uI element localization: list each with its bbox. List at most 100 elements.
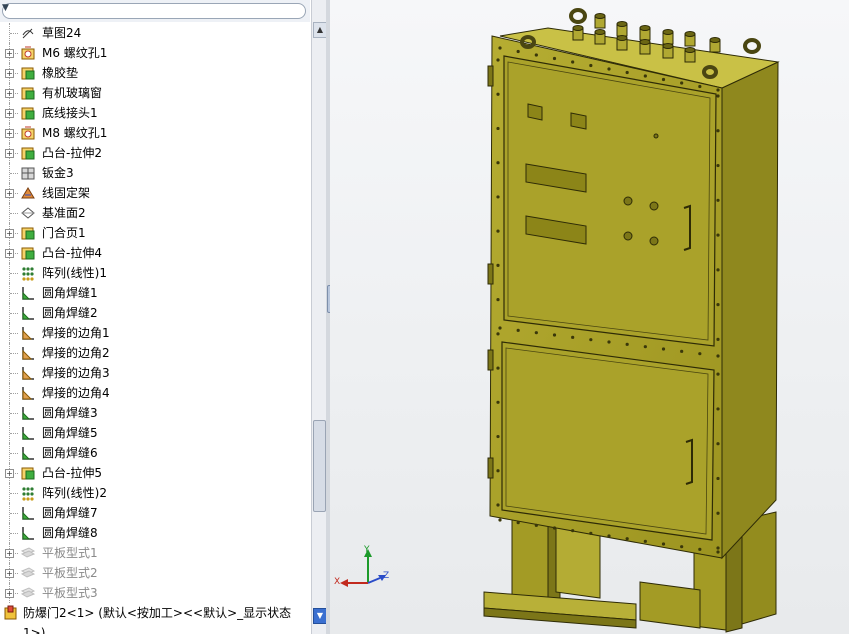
feature-tree-item[interactable]: 钣金3 — [0, 163, 310, 183]
feature-tree-scrollbar[interactable]: ▲ ▼ — [311, 0, 327, 634]
feature-tree-item[interactable]: + 凸台-拉伸2 — [0, 143, 310, 163]
flat-pattern-icon — [20, 587, 36, 598]
welded-corner-icon — [22, 387, 34, 400]
fillet-weld-icon — [22, 447, 34, 460]
part-config-row[interactable]: 防爆门2<1> (默认<按加工><<默认>_显示状态 1>) — [0, 603, 310, 634]
feature-tree-item[interactable]: + 底线接头1 — [0, 103, 310, 123]
enclosure-3d-model[interactable] — [330, 0, 849, 634]
feature-tree-item[interactable]: 阵列(线性)1 — [0, 263, 310, 283]
feature-tree-item-label: 圆角焊缝3 — [42, 406, 98, 420]
fillet-weld-icon — [22, 307, 34, 320]
feature-tree-item-label: 凸台-拉伸5 — [42, 466, 102, 480]
expand-icon[interactable]: + — [5, 69, 14, 78]
boss-extrude-icon — [21, 227, 35, 240]
bolt — [496, 229, 500, 233]
bolt — [496, 503, 500, 507]
bolt — [625, 342, 629, 346]
scroll-up-icon[interactable]: ▲ — [313, 22, 327, 38]
tree-guide-line — [10, 333, 18, 334]
tree-guide-line — [10, 353, 18, 354]
feature-tree-item-label: 圆角焊缝5 — [42, 426, 98, 440]
cable-gland-top — [616, 21, 628, 27]
feature-tree-item[interactable]: 圆角焊缝3 — [0, 403, 310, 423]
expand-icon[interactable]: + — [5, 149, 14, 158]
feature-tree-item[interactable]: + M6 螺纹孔1 — [0, 43, 310, 63]
expand-icon[interactable]: + — [5, 129, 14, 138]
tree-guide-line — [10, 313, 18, 314]
expand-icon[interactable]: + — [5, 469, 14, 478]
expand-icon[interactable]: + — [5, 229, 14, 238]
fillet-weld-icon — [22, 427, 34, 440]
boss-extrude-icon — [21, 67, 35, 80]
feature-tree-item[interactable]: + 平板型式2 — [0, 563, 310, 583]
sketch-icon — [22, 28, 34, 39]
feature-tree-item[interactable]: + 平板型式1 — [0, 543, 310, 563]
expand-icon[interactable]: + — [5, 189, 14, 198]
bolt — [496, 366, 500, 370]
feature-tree-item[interactable]: 基准面2 — [0, 203, 310, 223]
tree-guide-line — [10, 533, 18, 534]
feature-tree-item[interactable]: + 平板型式3 — [0, 583, 310, 603]
expand-icon[interactable]: + — [5, 589, 14, 598]
bolt — [516, 521, 520, 525]
expand-icon[interactable]: + — [5, 49, 14, 58]
feature-tree-filter-input[interactable] — [2, 3, 306, 19]
feature-tree-item[interactable]: 焊接的边角4 — [0, 383, 310, 403]
feature-tree-item[interactable]: 圆角焊缝2 — [0, 303, 310, 323]
feature-tree-item[interactable]: 焊接的边角2 — [0, 343, 310, 363]
expand-icon[interactable]: + — [5, 549, 14, 558]
feature-tree-item[interactable]: 圆角焊缝5 — [0, 423, 310, 443]
filter-dropdown-icon[interactable]: ▼ — [2, 3, 9, 13]
feature-tree-item[interactable]: + 门合页1 — [0, 223, 310, 243]
cable-gland-top — [594, 29, 606, 35]
scroll-down-icon[interactable]: ▼ — [313, 608, 327, 624]
feature-tree-item[interactable]: 圆角焊缝1 — [0, 283, 310, 303]
bolt — [496, 126, 500, 131]
part-icon — [4, 605, 17, 620]
feature-tree-item[interactable]: + 橡胶垫 — [0, 63, 310, 83]
cable-gland-top — [639, 25, 651, 31]
feature-tree-item[interactable]: + 凸台-拉伸5 — [0, 463, 310, 483]
feature-tree-item-label: 圆角焊缝6 — [42, 446, 98, 460]
bolt — [498, 46, 502, 50]
expand-icon[interactable]: + — [5, 89, 14, 98]
lower-door — [501, 341, 715, 541]
feature-tree-item-label: 圆角焊缝1 — [42, 286, 98, 300]
bolt — [496, 58, 500, 62]
tree-guide-line — [10, 453, 18, 454]
feature-tree-item[interactable]: + M8 螺纹孔1 — [0, 123, 310, 143]
plane-icon — [21, 207, 35, 219]
feature-tree-item[interactable]: 圆角焊缝6 — [0, 443, 310, 463]
feature-tree-item[interactable]: 阵列(线性)2 — [0, 483, 310, 503]
expand-icon[interactable]: + — [5, 109, 14, 118]
feature-tree-item-label: 焊接的边角2 — [42, 346, 110, 360]
feature-tree-item[interactable]: 圆角焊缝7 — [0, 503, 310, 523]
feature-tree-item[interactable]: + 有机玻璃窗 — [0, 83, 310, 103]
feature-tree-item-label: 圆角焊缝2 — [42, 306, 98, 320]
feature-tree-item-label: 钣金3 — [42, 166, 74, 180]
bolt — [571, 60, 575, 64]
graphics-viewport[interactable] — [330, 0, 849, 634]
feature-tree-item[interactable]: + 凸台-拉伸4 — [0, 243, 310, 263]
feature-tree-item[interactable]: + 线固定架 — [0, 183, 310, 203]
linear-pattern-icon — [22, 267, 34, 281]
structure-icon — [21, 187, 35, 199]
cable-gland-top — [616, 35, 628, 41]
bolt — [625, 70, 629, 75]
feature-tree-item[interactable]: 草图24 — [0, 23, 310, 43]
expand-icon[interactable]: + — [5, 249, 14, 258]
bolt — [716, 511, 720, 515]
bolt — [516, 49, 520, 54]
bolt — [498, 326, 502, 330]
feature-tree-item-label: 阵列(线性)2 — [42, 486, 107, 500]
bolt — [516, 328, 520, 332]
scroll-thumb[interactable] — [313, 420, 326, 512]
feature-tree-item[interactable]: 焊接的边角3 — [0, 363, 310, 383]
feature-tree-item-label: 橡胶垫 — [42, 66, 79, 80]
feature-tree-item[interactable]: 圆角焊缝8 — [0, 523, 310, 543]
feature-tree-panel: ▼ 草图24 + M6 螺纹孔1 + 橡胶垫 + 有机玻璃窗 + 底线接头1 + M8 螺纹孔1 + 凸… — [0, 0, 327, 634]
bolt — [716, 407, 720, 411]
expand-icon[interactable]: + — [5, 569, 14, 578]
bolt — [716, 337, 720, 341]
feature-tree-item[interactable]: 焊接的边角1 — [0, 323, 310, 343]
